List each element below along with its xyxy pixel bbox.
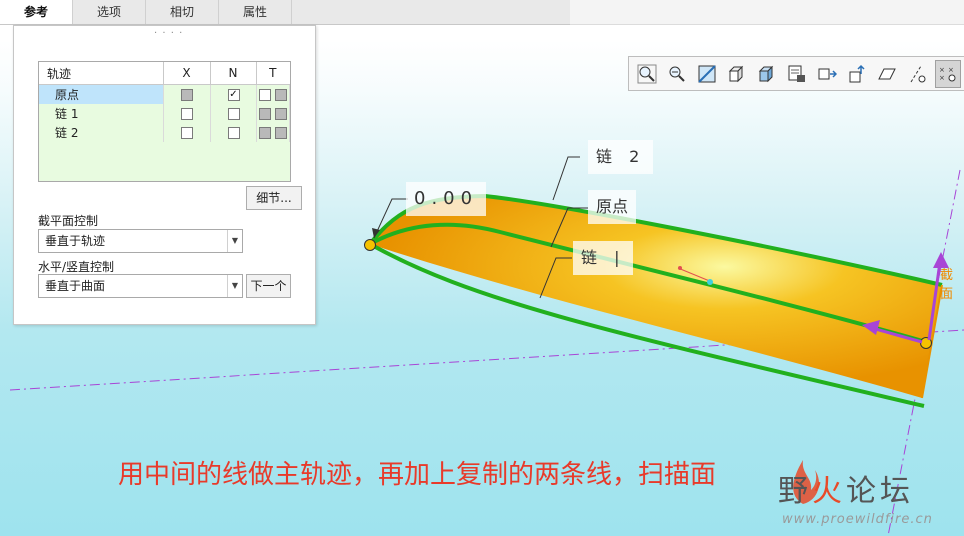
section-plane-control-label: 截平面控制 — [38, 214, 99, 228]
t-checkbox[interactable] — [259, 127, 272, 139]
tab-references[interactable]: 参考 — [0, 0, 73, 24]
table-row[interactable]: 链 1 — [39, 104, 290, 123]
details-button[interactable]: 细节... — [246, 186, 302, 210]
table-row[interactable]: 链 2 — [39, 123, 290, 142]
logo-char-2: 火 — [812, 474, 846, 509]
panel-grip-handle[interactable]: · · · · — [154, 28, 183, 39]
logo-char-3: 论坛 — [846, 474, 914, 509]
dimension-label[interactable]: 0.00 — [406, 182, 487, 216]
svg-text:×: × — [939, 74, 945, 82]
tab-options[interactable]: 选项 — [73, 0, 146, 24]
chain2-label[interactable]: 链 2 — [588, 140, 654, 174]
svg-text:×: × — [948, 66, 954, 74]
frame-marker-dot — [707, 279, 713, 285]
t-checkbox[interactable] — [259, 108, 272, 120]
chevron-down-icon[interactable]: ▼ — [227, 230, 242, 252]
shaded-cube-icon[interactable] — [725, 61, 749, 87]
n-checkbox[interactable] — [227, 127, 240, 139]
n-checkbox[interactable] — [227, 108, 240, 120]
section-plane-control-value: 垂直于轨迹 — [45, 234, 106, 248]
view-manager-icon[interactable] — [815, 61, 839, 87]
tab-properties[interactable]: 属性 — [219, 0, 292, 24]
datum-axis-display-icon[interactable] — [905, 61, 929, 87]
start-point-marker[interactable] — [364, 239, 376, 251]
column-header-t: T — [256, 62, 290, 85]
column-header-n: N — [210, 62, 257, 85]
section-plane-control-select[interactable]: 垂直于轨迹 ▼ — [38, 229, 243, 253]
x-checkbox[interactable] — [181, 127, 193, 139]
x-checkbox[interactable] — [181, 108, 193, 120]
dashboard-tabbar: 参考 选项 相切 属性 — [0, 0, 570, 25]
t-checkbox-secondary[interactable] — [274, 89, 287, 101]
forum-url: www.proewildfire.cn — [782, 512, 933, 527]
x-checkbox[interactable] — [181, 89, 193, 101]
tabbar-empty-area — [570, 0, 964, 25]
horizontal-vertical-control-value: 垂直于曲面 — [45, 279, 106, 293]
leader-chain2 — [552, 156, 580, 201]
forum-logo: 野火论坛 — [778, 466, 914, 510]
logo-char-1: 野 — [778, 474, 812, 509]
chain1-label[interactable]: 链 | — [573, 241, 634, 275]
datum-plane-display-icon[interactable] — [875, 61, 899, 87]
references-panel: · · · · 轨迹 X N T 原点 链 1 链 2 — [13, 25, 316, 325]
tutorial-caption: 用中间的线做主轨迹，再加上复制的两条线，扫描面 — [118, 460, 717, 490]
t-checkbox-secondary[interactable] — [274, 127, 287, 139]
datum-point-display-icon[interactable]: × × × — [935, 59, 961, 88]
spin-center-icon[interactable] — [845, 61, 869, 87]
table-row[interactable]: 原点 — [39, 84, 290, 104]
refit-icon[interactable] — [695, 61, 719, 87]
origin-label[interactable]: 原点 — [588, 190, 637, 224]
horizontal-vertical-control-select[interactable]: 垂直于曲面 ▼ — [38, 274, 243, 298]
trajectory-table: 轨迹 X N T 原点 链 1 链 2 — [38, 61, 291, 182]
column-header-trajectory: 轨迹 — [39, 62, 164, 85]
display-style-icon[interactable] — [755, 61, 779, 87]
graphics-toolbar: × × × — [628, 56, 964, 91]
tab-tangency[interactable]: 相切 — [146, 0, 219, 24]
row-name[interactable]: 链 2 — [39, 123, 164, 142]
zoom-in-icon[interactable] — [635, 61, 659, 87]
zoom-out-icon[interactable] — [665, 61, 689, 87]
horizontal-vertical-control-label: 水平/竖直控制 — [38, 260, 115, 274]
n-checkbox[interactable] — [227, 89, 240, 101]
row-name[interactable]: 链 1 — [39, 104, 164, 123]
t-checkbox-secondary[interactable] — [274, 108, 287, 120]
next-button[interactable]: 下一个 — [246, 274, 291, 298]
chevron-down-icon[interactable]: ▼ — [227, 275, 242, 297]
row-name[interactable]: 原点 — [39, 84, 164, 104]
t-checkbox[interactable] — [259, 89, 272, 101]
frame-marker-origin — [678, 266, 682, 270]
section-hint-label: 截面 — [940, 268, 954, 302]
column-header-x: X — [163, 62, 211, 85]
svg-text:×: × — [939, 66, 945, 74]
saved-views-icon[interactable] — [785, 61, 809, 87]
